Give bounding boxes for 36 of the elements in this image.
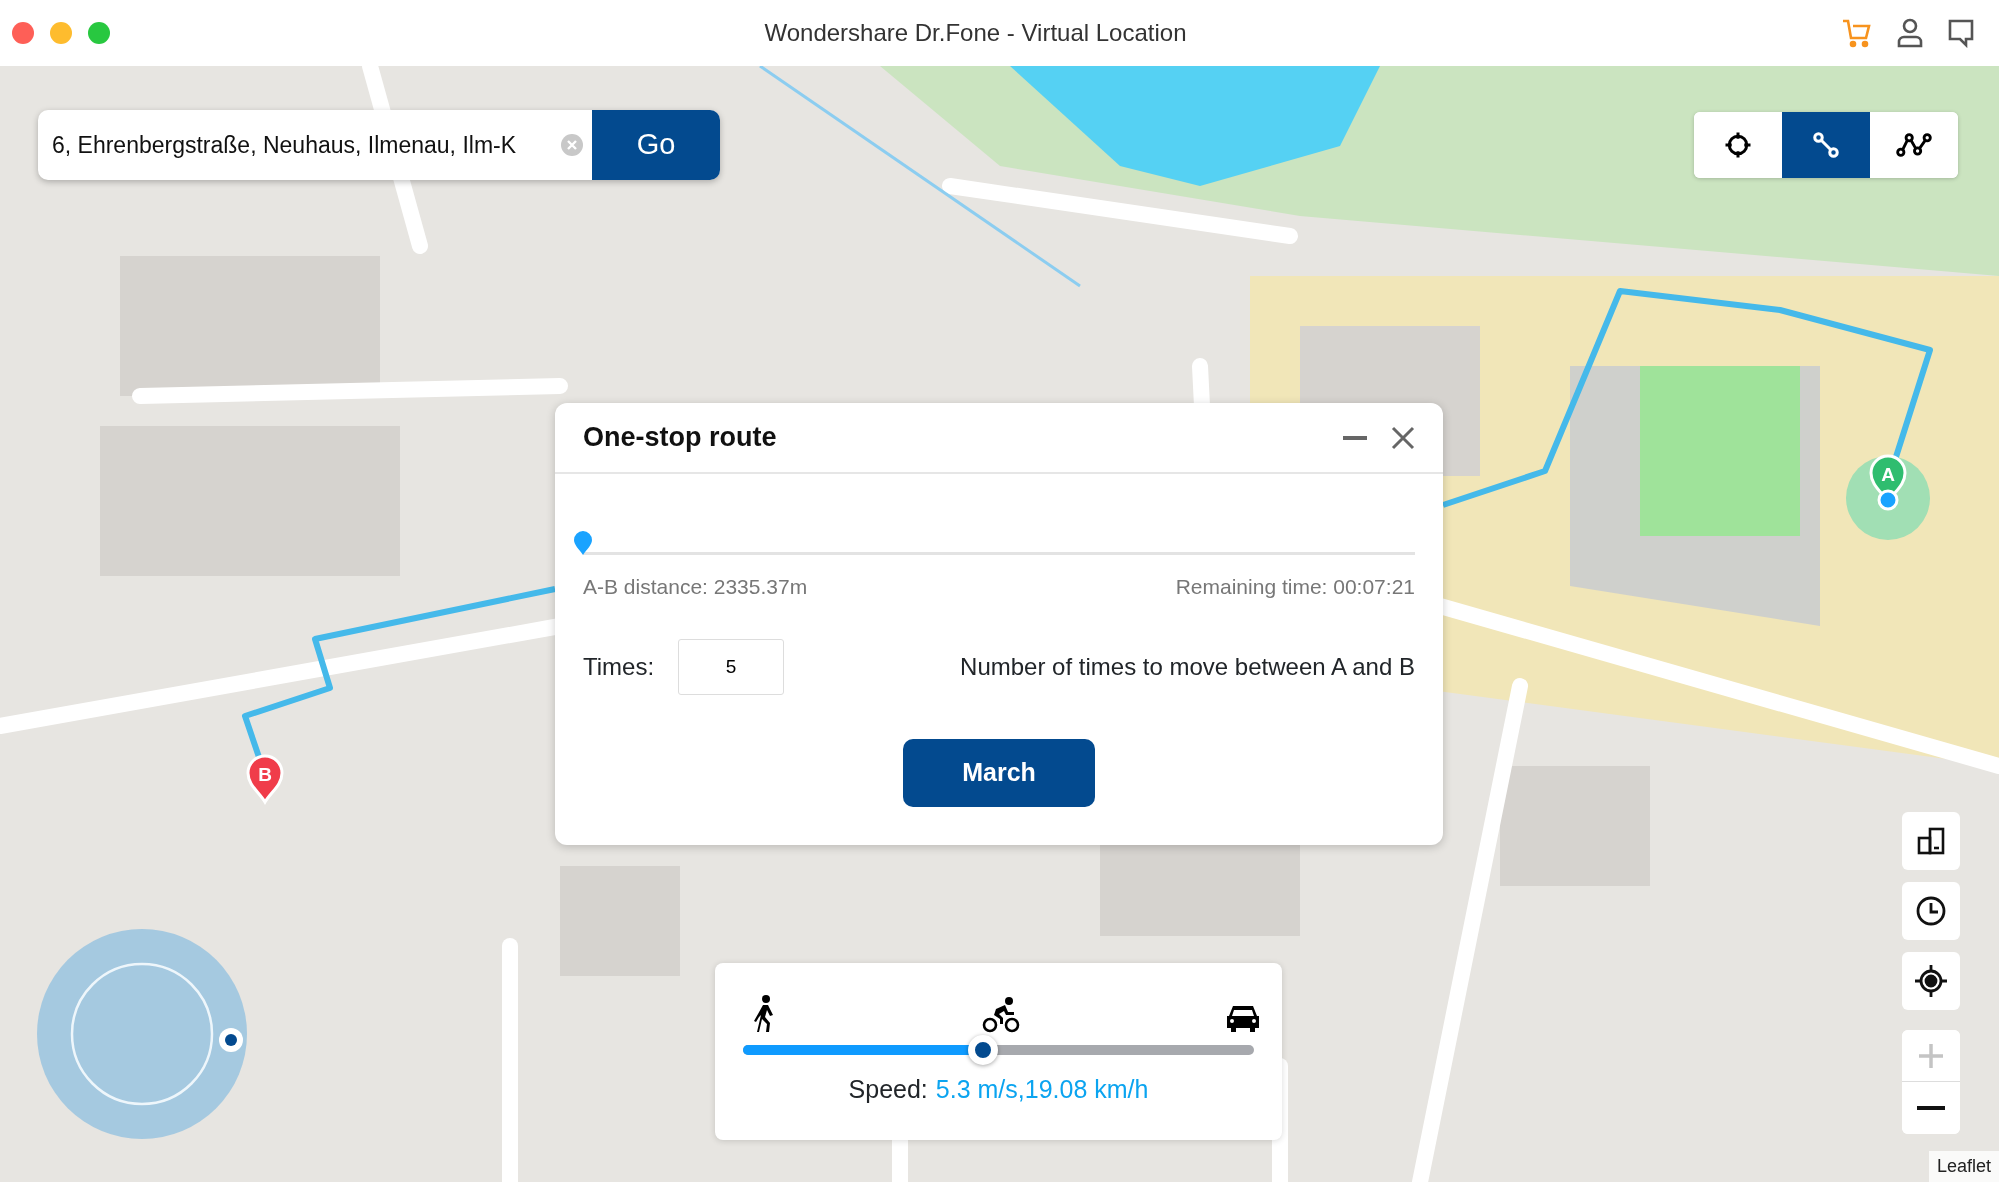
walking-person-icon[interactable] [753,994,775,1033]
route-mode-tab[interactable] [1870,112,1958,178]
map-pin-marker[interactable]: B [246,754,284,804]
window-title: Wondershare Dr.Fone - Virtual Location [764,19,1187,46]
plus-icon [1917,1041,1945,1070]
close-button[interactable] [12,22,34,44]
times-field[interactable]: 5 [678,638,785,695]
minimize-icon[interactable] [1343,435,1367,440]
close-icon[interactable] [1391,425,1415,450]
clock-icon [1915,895,1947,927]
device-view-button[interactable] [1902,812,1960,870]
history-button[interactable] [1902,882,1960,940]
two-point-route-icon [1811,130,1841,160]
speed-value: 5.3 m/s,19.08 km/h [935,1073,1149,1105]
route-mode-tab[interactable] [1694,112,1782,178]
speed-label: Speed: [848,1073,928,1105]
crosshair-icon [1723,130,1753,160]
go-button[interactable]: Go [592,110,720,180]
cyclist-icon[interactable] [981,996,1020,1033]
map-attribution: Leaflet [1928,1151,1999,1182]
times-label: Times: [583,651,655,682]
chat-icon[interactable] [1947,18,1975,48]
march-button[interactable]: March [903,738,1095,807]
device-icon [1916,826,1946,856]
remaining-time-text: Remaining time: 00:07:21 [1175,574,1415,600]
times-hint: Number of times to move between A and B [960,651,1415,682]
locate-icon [1914,964,1948,998]
search-field[interactable]: 6, Ehrenbergstraße, Neuhaus, Ilmenau, Ilm-K Go [38,110,720,180]
locate-button[interactable] [1902,952,1960,1010]
dialog-title: One-stop route [583,421,777,455]
distance-text: A-B distance: 2335.37m [583,574,808,600]
user-icon[interactable] [1897,18,1923,48]
minus-icon [1917,1105,1945,1111]
route-mode-tab[interactable] [1782,112,1870,178]
location-dot [219,1028,243,1052]
multi-point-route-icon [1896,130,1932,160]
